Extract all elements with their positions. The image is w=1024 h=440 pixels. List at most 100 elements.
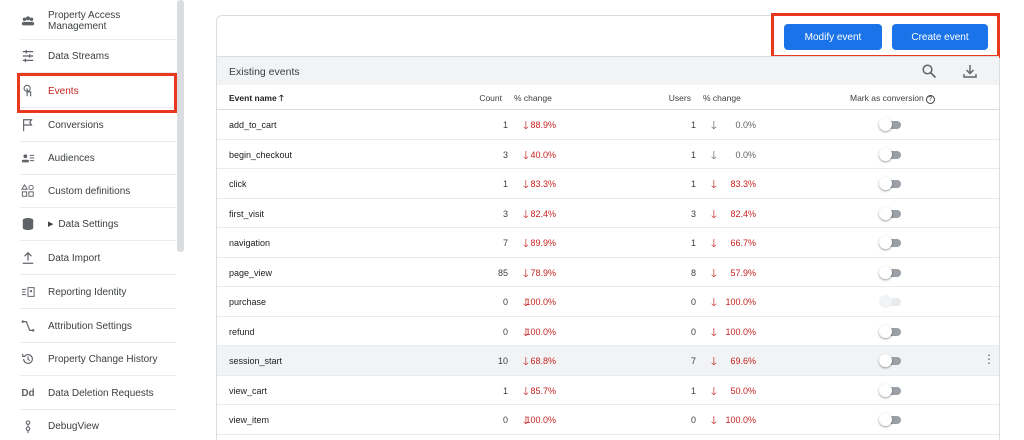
table-row[interactable]: first_visit 3 🡓 82.4% 3 🡓 82.4% — [217, 199, 999, 228]
conversion-toggle[interactable] — [879, 265, 903, 279]
sidebar-item-property-access[interactable]: Property Access Management — [20, 3, 176, 40]
count-change: 100.0% — [525, 415, 556, 425]
conversion-toggle[interactable] — [879, 383, 903, 397]
sidebar-item-label: Data Settings — [58, 218, 119, 230]
column-header-users[interactable]: Users — [669, 93, 691, 103]
shapes-icon — [20, 183, 36, 199]
sidebar-item-label: Data Deletion Requests — [48, 387, 154, 399]
users-change: 50.0% — [730, 385, 756, 396]
count-change: 85.7% — [530, 385, 556, 396]
database-icon — [20, 216, 36, 232]
event-name[interactable]: refund — [229, 327, 255, 337]
table-row[interactable]: purchase 0 🡓 100.0% 0 🡓 100.0% — [217, 287, 999, 317]
conversion-toggle — [879, 295, 903, 308]
arrow-down-icon: 🡓 — [711, 267, 717, 280]
sidebar-item-data-deletion-requests[interactable]: Dd Data Deletion Requests — [20, 377, 176, 410]
event-name[interactable]: purchase — [229, 297, 266, 307]
conversion-toggle[interactable] — [879, 354, 903, 367]
sidebar-item-data-settings[interactable]: ▶ Data Settings — [20, 208, 176, 241]
sort-arrow-icon: 🡑 — [279, 93, 284, 103]
user-count: 0 — [690, 297, 696, 307]
users-change: 100.0% — [725, 297, 756, 307]
user-count: 1 — [690, 238, 696, 248]
arrow-down-icon: 🡓 — [711, 208, 717, 221]
event-name[interactable]: begin_checkout — [229, 150, 292, 160]
count-change: 89.9% — [530, 238, 556, 248]
event-name[interactable]: add_to_cart — [229, 120, 277, 130]
arrow-down-icon: 🡓 — [711, 297, 717, 309]
sidebar-item-label: Data Streams — [48, 50, 110, 62]
event-count: 10 — [497, 356, 508, 366]
count-change: 88.9% — [530, 120, 556, 130]
sidebar-item-property-change-history[interactable]: Property Change History — [20, 343, 176, 376]
event-name[interactable]: navigation — [229, 238, 270, 248]
sidebar-item-audiences[interactable]: Audiences — [20, 142, 176, 175]
sidebar-item-conversions[interactable]: Conversions — [20, 109, 176, 142]
column-header-users-change[interactable]: % change — [703, 93, 741, 103]
user-count: 3 — [690, 208, 696, 219]
conversion-toggle[interactable] — [879, 147, 903, 161]
sidebar-item-data-import[interactable]: Data Import — [20, 242, 176, 275]
sidebar-item-custom-definitions[interactable]: Custom definitions — [20, 175, 176, 208]
arrow-down-icon: 🡓 — [523, 179, 529, 191]
identity-icon — [20, 284, 36, 300]
column-header-count[interactable]: Count — [479, 93, 502, 103]
modify-event-button[interactable]: Modify event — [784, 24, 882, 50]
column-header-event-name[interactable]: Event name 🡑 — [229, 93, 284, 107]
table-row[interactable]: add_to_cart 1 🡓 88.9% 1 🡓 0.0% — [217, 110, 999, 140]
user-count: 0 — [690, 326, 696, 337]
event-name[interactable]: session_start — [229, 356, 282, 366]
conversion-toggle[interactable] — [879, 118, 903, 131]
debug-icon — [20, 419, 36, 435]
user-count: 0 — [690, 415, 696, 425]
table-row[interactable]: begin_checkout 3 🡓 40.0% 1 🡓 0.0% — [217, 140, 999, 169]
table-row[interactable]: refund 0 🡓 100.0% 0 🡓 100.0% — [217, 317, 999, 346]
event-name[interactable]: view_item — [229, 415, 269, 425]
conversion-toggle[interactable] — [879, 236, 903, 249]
table-row[interactable]: session_start 10 🡓 68.8% 7 🡓 69.6% ⋮ — [217, 346, 999, 376]
people-icon — [20, 13, 36, 29]
event-name[interactable]: first_visit — [229, 209, 264, 219]
sidebar-item-reporting-identity[interactable]: Reporting Identity — [20, 276, 176, 309]
audience-icon — [20, 150, 36, 166]
event-count: 85 — [497, 267, 508, 278]
event-name[interactable]: click — [229, 179, 247, 189]
sidebar-item-label: Property Change History — [48, 353, 158, 365]
create-event-button[interactable]: Create event — [892, 24, 988, 50]
column-header-count-change[interactable]: % change — [514, 93, 552, 103]
sidebar-item-label: Custom definitions — [48, 185, 131, 197]
sidebar-item-debugview[interactable]: DebugView — [20, 410, 176, 440]
count-change: 83.3% — [530, 179, 556, 189]
conversion-toggle[interactable] — [879, 324, 903, 338]
table-row[interactable]: page_view 85 🡓 78.9% 8 🡓 57.9% — [217, 258, 999, 287]
help-icon[interactable]: ? — [925, 95, 935, 104]
more-vert-icon[interactable]: ⋮ — [983, 352, 995, 366]
count-change: 82.4% — [530, 208, 556, 219]
download-icon[interactable] — [962, 63, 978, 79]
users-change: 69.6% — [730, 356, 756, 366]
users-change: 66.7% — [730, 238, 756, 248]
count-change: 100.0% — [525, 297, 556, 307]
sidebar-item-data-streams[interactable]: Data Streams — [20, 40, 176, 73]
event-name[interactable]: page_view — [229, 268, 272, 278]
expand-caret-icon[interactable]: ▶ — [48, 220, 53, 228]
search-icon[interactable] — [921, 63, 937, 79]
sidebar-item-attribution-settings[interactable]: Attribution Settings — [20, 310, 176, 343]
flag-icon — [20, 117, 36, 133]
table-row[interactable]: view_item 0 🡓 100.0% 0 🡓 100.0% — [217, 405, 999, 435]
conversion-toggle[interactable] — [879, 177, 903, 190]
event-name[interactable]: view_cart — [229, 386, 267, 396]
table-row[interactable]: view_cart 1 🡓 85.7% 1 🡓 50.0% — [217, 376, 999, 405]
sidebar-item-label: DebugView — [48, 421, 99, 432]
table-toolbar: Existing events — [217, 56, 999, 85]
arrow-down-icon: 🡓 — [523, 238, 529, 250]
streams-icon — [20, 48, 36, 64]
conversion-toggle[interactable] — [879, 413, 903, 426]
table-row[interactable]: click 1 🡓 83.3% 1 🡓 83.3% — [217, 169, 999, 199]
table-row[interactable]: navigation 7 🡓 89.9% 1 🡓 66.7% — [217, 228, 999, 258]
column-header-conversion: Mark as conversion? — [850, 93, 935, 104]
event-count: 0 — [502, 415, 508, 425]
user-count: 1 — [690, 385, 696, 396]
sidebar-scrollbar[interactable] — [177, 0, 184, 252]
conversion-toggle[interactable] — [879, 206, 903, 220]
